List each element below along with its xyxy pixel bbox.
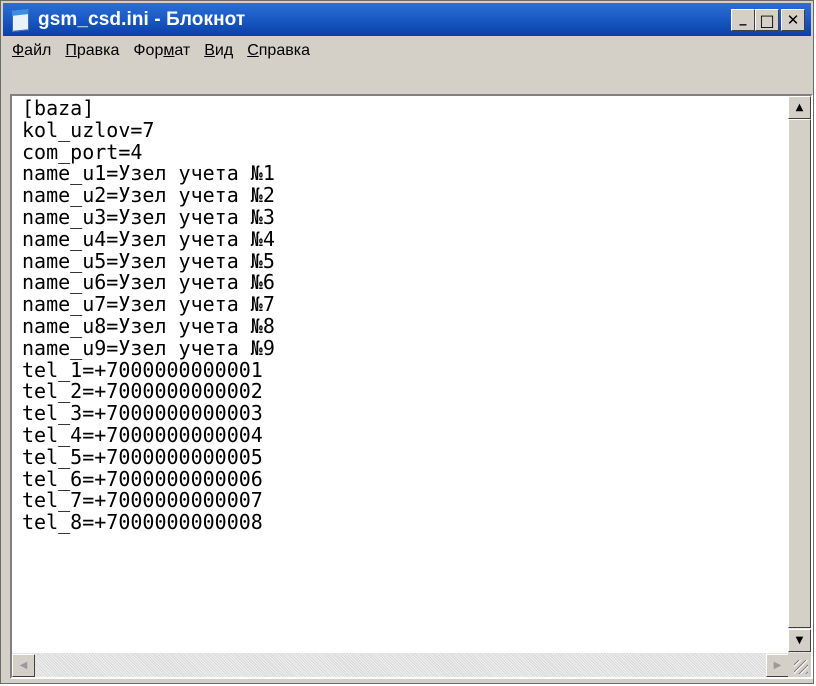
menu-help-hotkey: С <box>247 41 259 59</box>
menu-view-hotkey: В <box>204 41 215 59</box>
scroll-up-icon: ▲ <box>795 102 804 113</box>
resize-grip-icon <box>794 660 808 674</box>
scroll-up-button[interactable]: ▲ <box>788 96 811 119</box>
text-area[interactable]: [baza] kol_uzlov=7 com_port=4 name_u1=Уз… <box>12 96 789 653</box>
scroll-right-icon: ▶ <box>773 660 782 671</box>
editor-frame: [baza] kol_uzlov=7 com_port=4 name_u1=Уз… <box>10 94 813 679</box>
maximize-icon: □ <box>759 10 775 30</box>
menu-bar: Файл Правка Формат Вид Справка <box>3 38 811 63</box>
close-icon: ✕ <box>786 11 800 29</box>
menu-edit-hotkey: П <box>65 41 77 59</box>
menu-view[interactable]: Вид <box>204 42 233 60</box>
scroll-right-button[interactable]: ▶ <box>766 654 789 677</box>
horizontal-scrollbar[interactable]: ◀ ▶ <box>12 653 789 677</box>
menu-file-label: айл <box>24 41 52 59</box>
menu-help[interactable]: Справка <box>247 42 310 60</box>
scroll-down-icon: ▼ <box>795 635 804 646</box>
vertical-scroll-thumb[interactable] <box>788 119 811 628</box>
minimize-icon: _ <box>739 10 747 26</box>
menu-view-label: ид <box>214 41 234 59</box>
menu-edit[interactable]: Правка <box>65 42 119 60</box>
menu-file-hotkey: Ф <box>12 41 25 59</box>
scroll-down-button[interactable]: ▼ <box>788 629 811 652</box>
menu-edit-label: равка <box>76 41 120 59</box>
menu-format-hotkey: м <box>163 41 175 59</box>
minimize-button[interactable]: _ <box>731 9 755 31</box>
file-content[interactable]: [baza] kol_uzlov=7 com_port=4 name_u1=Уз… <box>12 96 789 534</box>
vertical-scrollbar[interactable]: ▲ ▼ <box>788 96 811 653</box>
close-button[interactable]: ✕ <box>781 9 805 31</box>
window-title: gsm_csd.ini - Блокнот <box>38 8 246 30</box>
maximize-button[interactable]: □ <box>755 9 779 31</box>
title-bar[interactable]: gsm_csd.ini - Блокнот _ □ ✕ <box>3 3 811 36</box>
scroll-left-icon: ◀ <box>19 660 28 671</box>
notepad-window: gsm_csd.ini - Блокнот _ □ ✕ Файл Правка … <box>0 0 814 684</box>
menu-help-label: правка <box>258 41 310 59</box>
menu-format[interactable]: Формат <box>133 42 190 60</box>
menu-file[interactable]: Файл <box>12 42 51 60</box>
menu-format-label-start: Фор <box>133 41 164 59</box>
resize-grip[interactable] <box>788 653 811 677</box>
scroll-left-button[interactable]: ◀ <box>12 654 35 677</box>
menu-format-label-end: ат <box>174 41 191 59</box>
notepad-icon[interactable] <box>9 8 31 32</box>
